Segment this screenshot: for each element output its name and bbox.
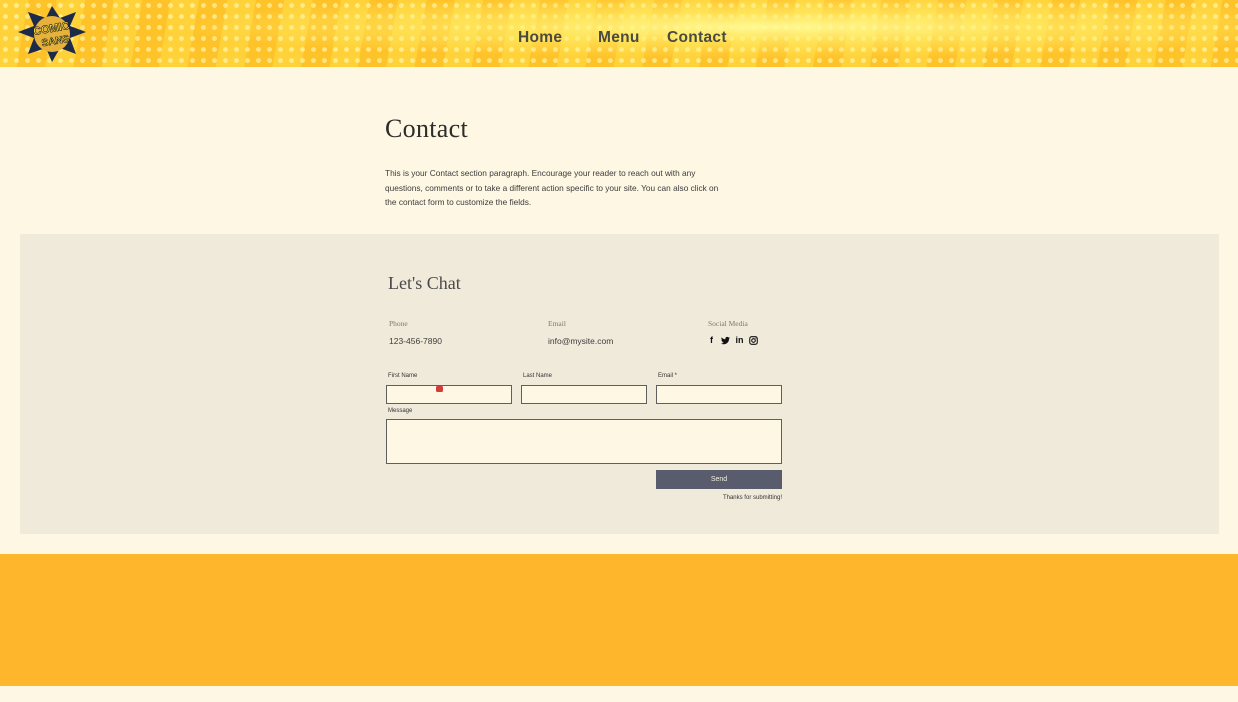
email-info-value[interactable]: info@mysite.com — [548, 336, 613, 346]
instagram-icon[interactable] — [749, 336, 758, 345]
email-info-label: Email — [548, 319, 566, 328]
phone-label: Phone — [389, 319, 408, 328]
social-icons: f in — [707, 335, 758, 346]
chat-title: Let's Chat — [388, 273, 461, 293]
linkedin-icon[interactable]: in — [735, 336, 744, 345]
nav-home[interactable]: Home — [518, 29, 562, 47]
last-name-input[interactable] — [521, 385, 647, 404]
site-footer — [0, 554, 1238, 686]
email-field-label: Email * — [658, 373, 678, 379]
message-label: Message — [388, 408, 413, 414]
social-media-label: Social Media — [708, 319, 748, 328]
site-header: COMIC SANS Home Menu Contact — [0, 0, 1238, 67]
nav-menu[interactable]: Menu — [598, 29, 640, 47]
page-title: Contact — [385, 114, 468, 143]
last-name-label: Last Name — [523, 373, 553, 379]
lets-chat-panel — [20, 234, 1219, 534]
send-button[interactable]: Send — [656, 470, 782, 489]
comic-sans-logo[interactable]: COMIC SANS — [16, 4, 88, 64]
first-name-input[interactable] — [386, 385, 512, 404]
email-input[interactable] — [656, 385, 782, 404]
first-name-label: First Name — [388, 373, 418, 379]
phone-value: 123-456-7890 — [389, 336, 442, 346]
contact-paragraph: This is your Contact section paragraph. … — [385, 168, 719, 207]
message-textarea[interactable] — [386, 419, 782, 464]
twitter-icon[interactable] — [721, 336, 730, 345]
thanks-message: Thanks for submitting! — [722, 495, 782, 501]
nav-contact[interactable]: Contact — [667, 29, 727, 47]
autofill-icon[interactable] — [436, 386, 443, 392]
facebook-icon[interactable]: f — [707, 336, 716, 345]
